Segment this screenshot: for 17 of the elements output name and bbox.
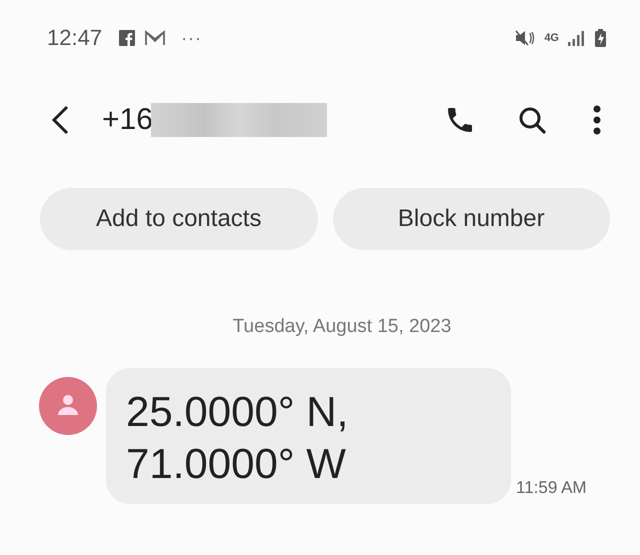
date-divider: Tuesday, August 15, 2023 xyxy=(232,316,452,338)
mute-icon xyxy=(515,30,536,46)
signal-icon xyxy=(568,30,586,46)
status-time: 12:47 xyxy=(47,25,102,51)
battery-icon xyxy=(595,29,606,47)
message-time: 11:59 AM xyxy=(516,478,587,498)
message-bubble: 25.0000° N, 71.0000° W xyxy=(106,368,511,504)
block-number-button[interactable]: Block number xyxy=(332,188,610,250)
avatar-icon xyxy=(39,377,97,435)
add-contact-button[interactable]: Add to contacts xyxy=(40,188,318,250)
contact-number: +16 xyxy=(102,103,153,137)
more-options-icon[interactable] xyxy=(592,104,602,136)
back-icon[interactable] xyxy=(50,105,70,135)
mail-icon xyxy=(144,30,166,46)
more-notifications: ··· xyxy=(181,28,202,48)
facebook-icon xyxy=(119,30,136,46)
network-type: 4G xyxy=(544,32,559,44)
